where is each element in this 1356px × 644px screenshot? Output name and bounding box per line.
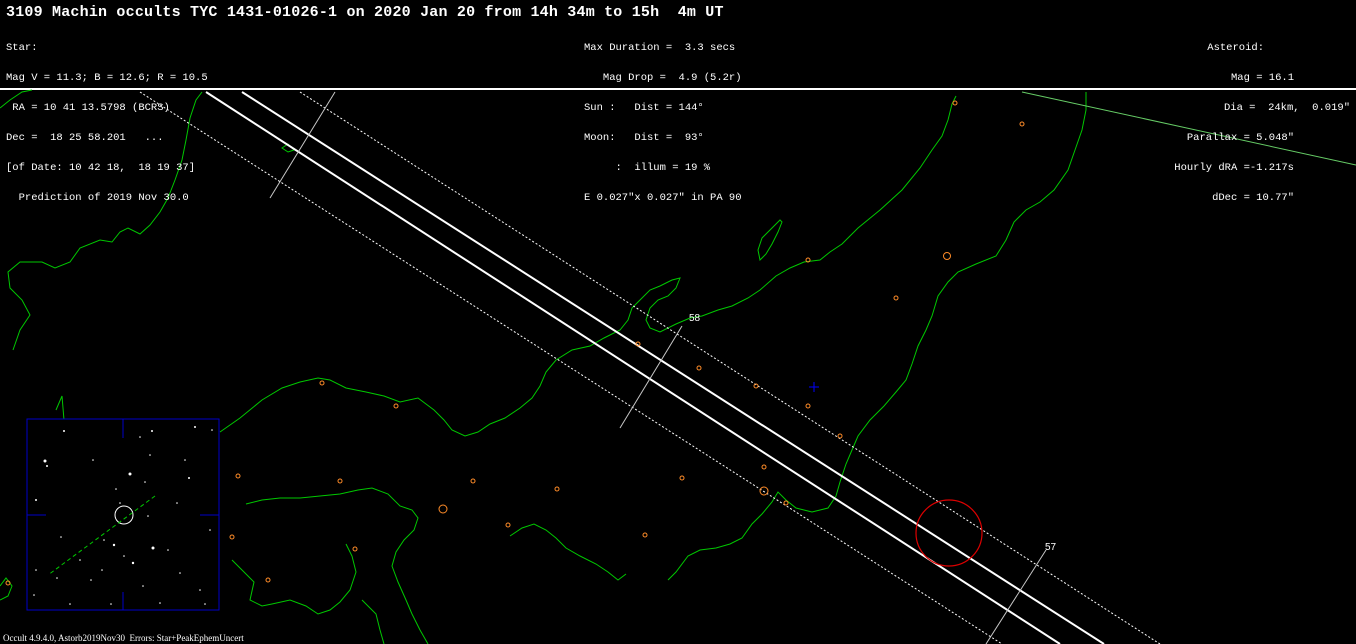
site-marker — [893, 295, 899, 301]
coastline-left-bottom — [0, 577, 13, 601]
asteroid-mag: Mag = 16.1 — [1230, 72, 1294, 84]
asteroid-parallax: Parallax = 5.048" — [1186, 132, 1294, 144]
star — [128, 472, 132, 476]
center-marker-icon — [809, 382, 819, 392]
footer-version: Occult 4.9.4.0, Astorb2019Nov30 Errors: … — [3, 633, 244, 643]
event-ellipse: E 0.027"x 0.027" in PA 90 — [584, 192, 742, 204]
star-chart-frame — [26, 418, 220, 611]
page-title: 3109 Machin occults TYC 1431-01026-1 on … — [6, 4, 724, 21]
time-label-58: 58 — [689, 313, 701, 324]
asteroid-heading: Asteroid: — [1207, 42, 1264, 54]
time-tick-58 — [619, 325, 683, 429]
star — [151, 430, 153, 432]
star — [92, 459, 94, 461]
asteroid-info: Asteroid: Mag = 16.1 Dia = 24km, 0.019" … — [1174, 23, 1350, 213]
star — [63, 430, 65, 432]
star — [90, 579, 92, 581]
star — [131, 561, 135, 565]
star — [110, 603, 112, 605]
star-info: Star: Mag V = 11.3; B = 12.6; R = 10.5 R… — [6, 23, 208, 213]
star — [43, 459, 47, 463]
site-marker — [837, 433, 843, 439]
uncertainty-circle — [915, 499, 983, 567]
asteroid-ddec: dDec = 10.77" — [1212, 192, 1294, 204]
coastline-bottom-left — [231, 543, 357, 615]
site-marker — [319, 380, 325, 386]
event-mag-drop: Mag Drop = 4.9 (5.2r) — [584, 72, 742, 84]
site-marker — [783, 500, 789, 506]
coastline-lower-mid — [509, 523, 627, 581]
star — [149, 454, 151, 456]
site-marker — [1019, 121, 1025, 127]
asteroid-hourly-dra: Hourly dRA =-1.217s — [1174, 162, 1294, 174]
site-marker — [642, 532, 648, 538]
star — [179, 572, 181, 574]
star — [151, 546, 155, 550]
site-marker — [265, 577, 271, 583]
star-heading: Star: — [6, 42, 38, 54]
event-illum: : illum = 19 % — [584, 162, 711, 174]
star — [211, 429, 213, 431]
star — [103, 539, 105, 541]
site-marker — [943, 252, 951, 260]
event-sun: Sun : Dist = 144° — [584, 102, 704, 114]
star — [176, 502, 178, 504]
star — [204, 603, 206, 605]
star — [194, 426, 196, 428]
star — [101, 569, 103, 571]
star — [69, 603, 71, 605]
site-marker — [761, 464, 767, 470]
star — [35, 499, 37, 501]
star — [167, 549, 169, 551]
star-chart-inset — [26, 418, 220, 611]
star — [112, 543, 116, 547]
star — [35, 569, 37, 571]
event-info: Max Duration = 3.3 secs Mag Drop = 4.9 (… — [584, 23, 742, 213]
site-marker — [337, 478, 343, 484]
site-marker — [438, 504, 448, 514]
star — [147, 515, 149, 517]
island-large — [757, 219, 783, 262]
star — [46, 465, 48, 467]
site-marker — [952, 100, 958, 106]
star — [123, 555, 125, 557]
star — [33, 594, 35, 596]
star — [144, 481, 146, 483]
star-dec: Dec = 18 25 58.201 ... — [6, 132, 164, 144]
star — [199, 589, 201, 591]
asteroid-dia: Dia = 24km, 0.019" — [1223, 102, 1350, 114]
site-marker — [554, 486, 560, 492]
event-max-duration: Max Duration = 3.3 secs — [584, 42, 736, 54]
star-ra: RA = 10 41 13.5798 (BCRS) — [6, 102, 170, 114]
star-of-date: [of Date: 10 42 18, 18 19 37] — [6, 162, 196, 174]
star — [79, 559, 81, 561]
star — [188, 477, 190, 479]
time-label-57: 57 — [1045, 542, 1057, 553]
site-marker — [696, 365, 702, 371]
star — [56, 577, 58, 579]
coastline-bottom-right — [361, 599, 385, 644]
star — [115, 488, 117, 490]
star — [60, 536, 62, 538]
event-moon: Moon: Dist = 93° — [584, 132, 704, 144]
star — [159, 602, 161, 604]
star — [139, 436, 141, 438]
star — [119, 502, 121, 504]
star-mags: Mag V = 11.3; B = 12.6; R = 10.5 — [6, 72, 208, 84]
coastline-lower — [245, 487, 429, 644]
site-marker — [393, 403, 399, 409]
site-marker — [505, 522, 511, 528]
site-marker — [352, 546, 358, 552]
site-marker — [229, 534, 235, 540]
site-marker — [470, 478, 476, 484]
coastline-left-inset — [55, 395, 65, 421]
star — [209, 529, 211, 531]
star — [142, 585, 144, 587]
site-marker — [235, 473, 241, 479]
site-marker — [679, 475, 685, 481]
star — [184, 459, 186, 461]
site-marker — [805, 403, 811, 409]
star-prediction: Prediction of 2019 Nov 30.0 — [6, 192, 189, 204]
path-south-uncertainty — [139, 91, 1003, 644]
